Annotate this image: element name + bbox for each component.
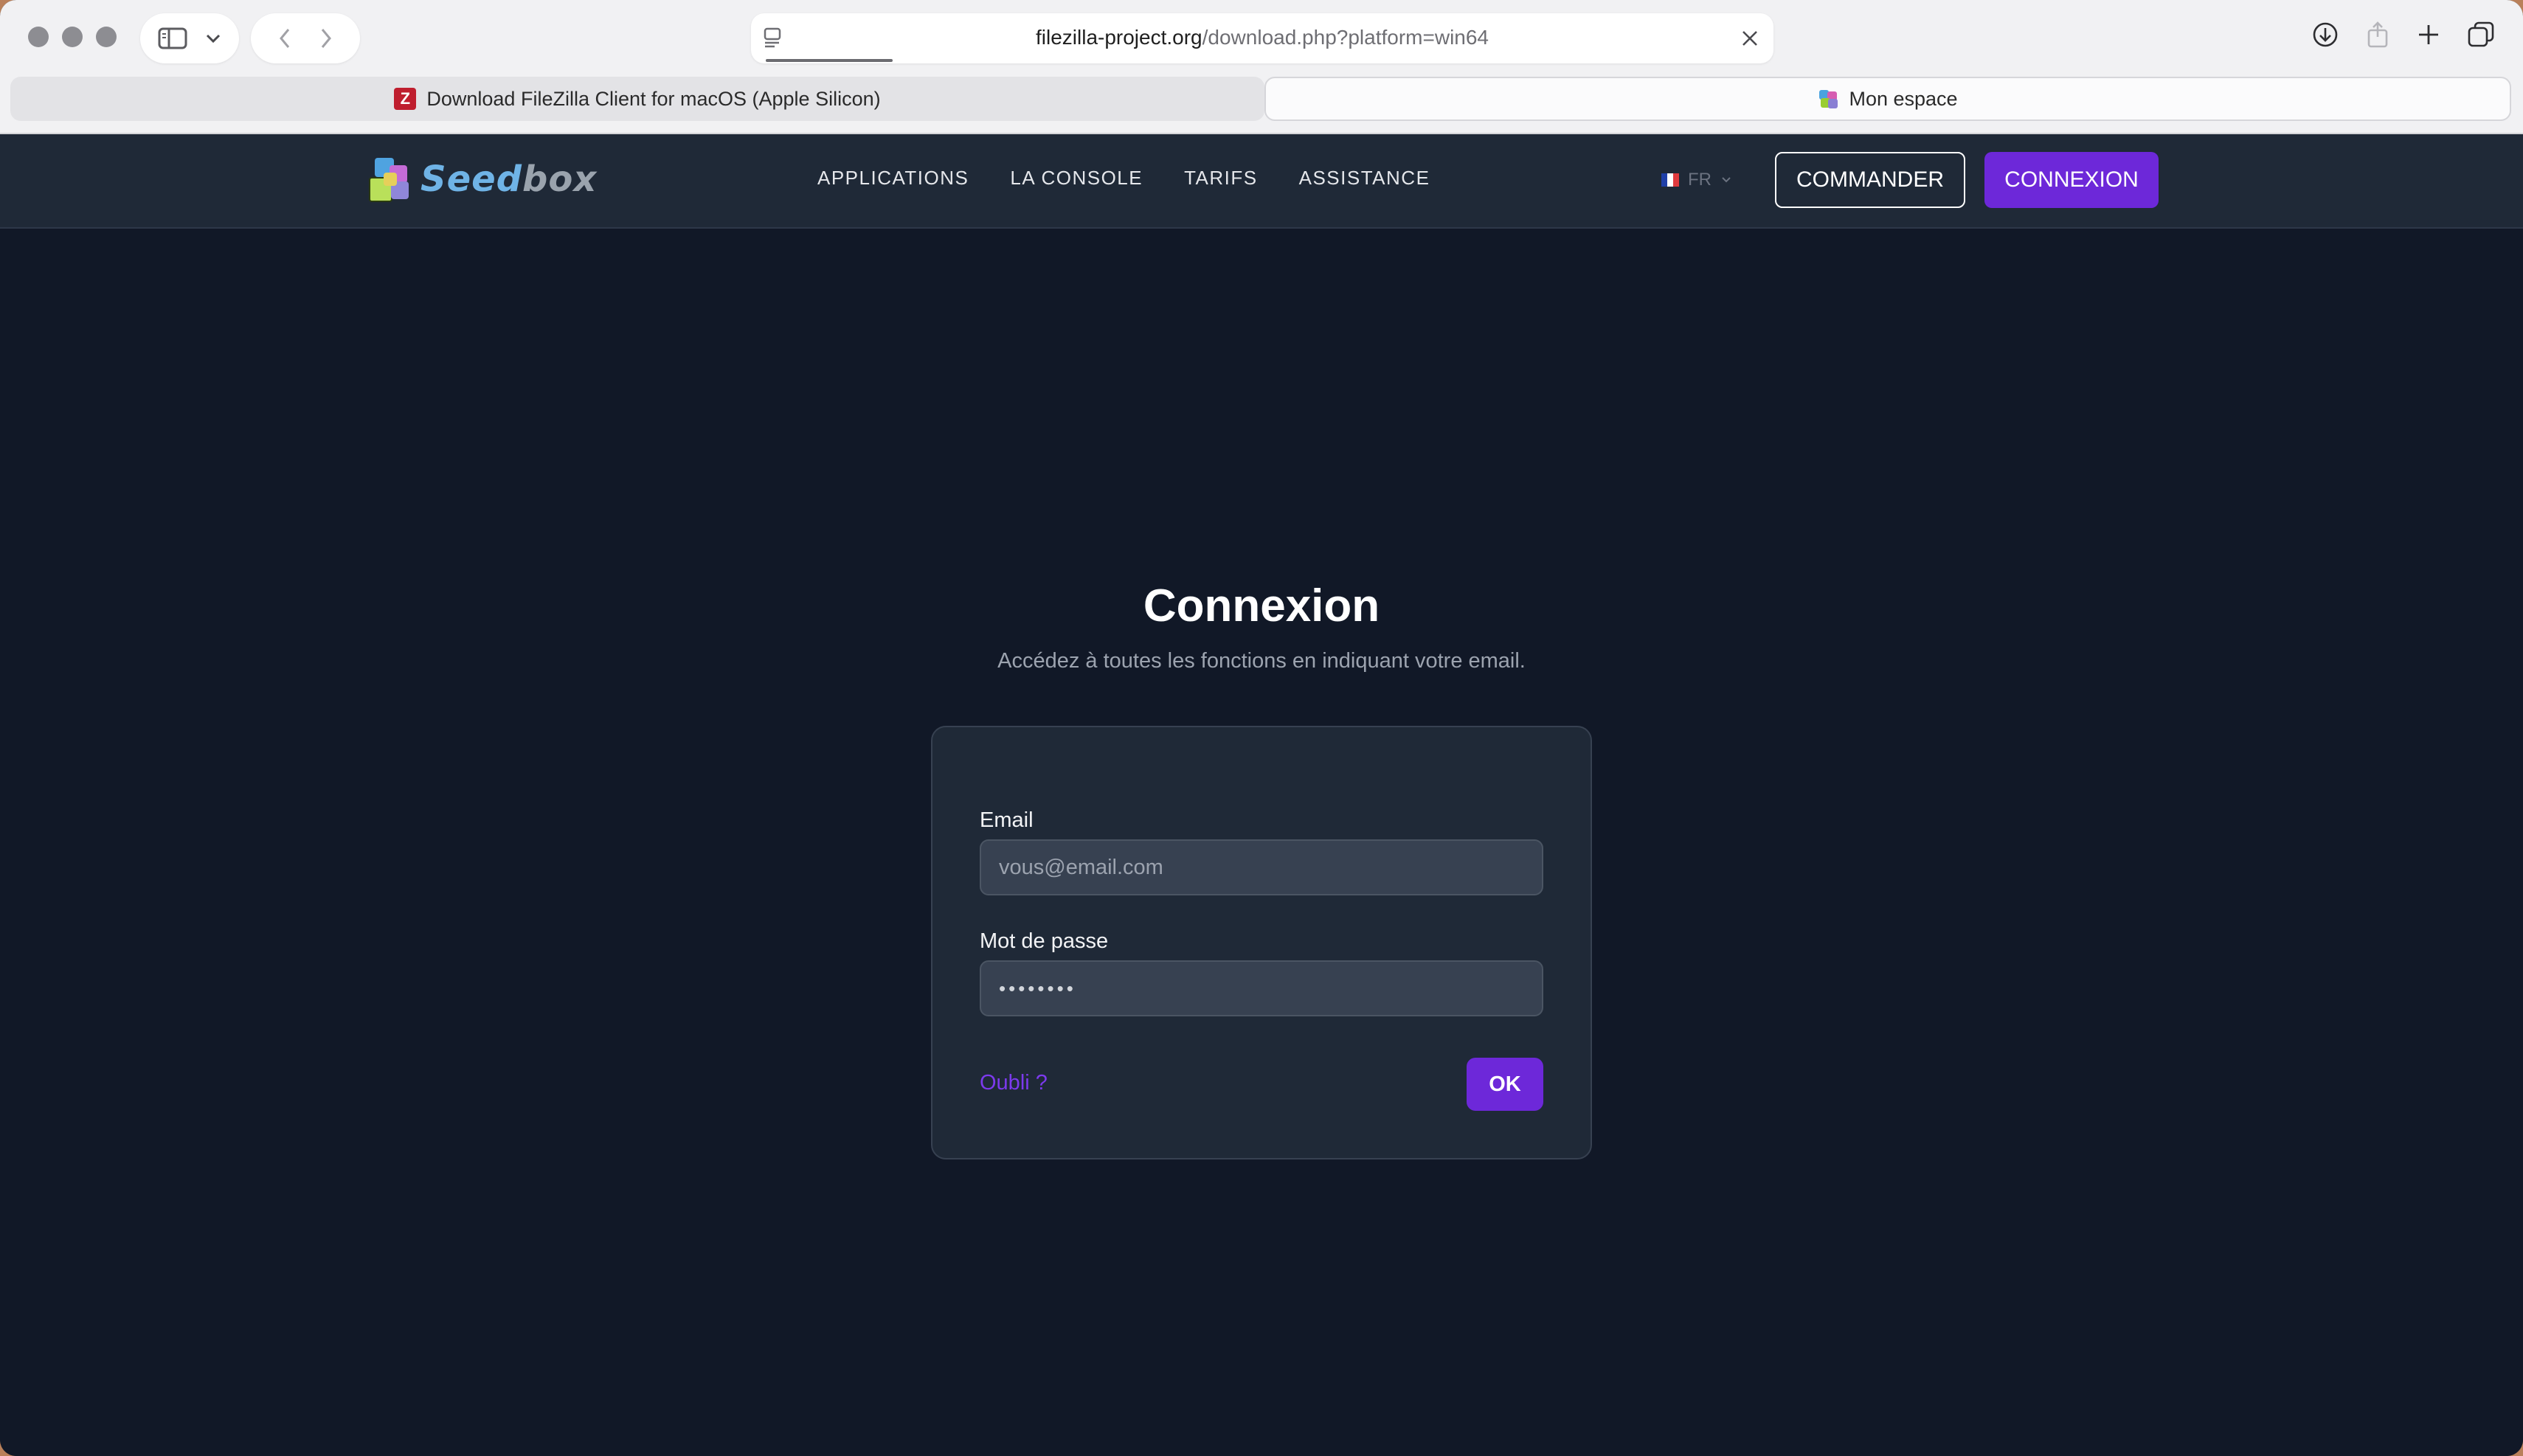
chevron-down-icon bbox=[1722, 177, 1731, 183]
tab-title: Mon espace bbox=[1849, 87, 1958, 110]
logo-cubes-icon bbox=[367, 155, 416, 204]
share-icon[interactable] bbox=[2365, 21, 2390, 49]
logo-text-prefix: Seed bbox=[420, 159, 523, 200]
language-code: FR bbox=[1688, 170, 1712, 190]
tab-mon-espace[interactable]: Mon espace bbox=[1264, 77, 2511, 121]
window-controls bbox=[28, 27, 117, 47]
url-text: filezilla-project.org/download.php?platf… bbox=[751, 26, 1773, 49]
tab-filezilla[interactable]: Z Download FileZilla Client for macOS (A… bbox=[10, 77, 1264, 121]
tab-overview-icon[interactable] bbox=[2467, 21, 2495, 49]
site-header: Seedbox APPLICATIONS LA CONSOLE TARIFS A… bbox=[0, 134, 2523, 229]
password-field[interactable]: •••••••• bbox=[980, 960, 1543, 1016]
logo-text: Seedbox bbox=[420, 159, 597, 200]
tab-bar: Z Download FileZilla Client for macOS (A… bbox=[10, 77, 2511, 122]
seedbox-icon bbox=[1818, 89, 1838, 109]
main-navigation: APPLICATIONS LA CONSOLE TARIFS ASSISTANC… bbox=[817, 167, 1430, 190]
nav-la-console[interactable]: LA CONSOLE bbox=[1010, 167, 1143, 190]
forward-icon[interactable] bbox=[319, 27, 333, 50]
sidebar-toggle-button[interactable] bbox=[140, 13, 239, 63]
browser-actions bbox=[2312, 21, 2495, 49]
tab-title: Download FileZilla Client for macOS (App… bbox=[426, 87, 881, 110]
url-host: filezilla-project.org bbox=[1035, 26, 1202, 49]
zoom-window-button[interactable] bbox=[96, 27, 117, 47]
email-field[interactable]: vous@email.com bbox=[980, 839, 1543, 895]
history-navigation bbox=[251, 13, 360, 63]
chevron-down-icon[interactable] bbox=[205, 32, 221, 44]
language-selector[interactable]: FR bbox=[1661, 170, 1732, 190]
submit-button[interactable]: OK bbox=[1467, 1058, 1543, 1111]
browser-toolbar: filezilla-project.org/download.php?platf… bbox=[0, 0, 2523, 134]
logo-text-suffix: box bbox=[522, 159, 598, 200]
nav-applications[interactable]: APPLICATIONS bbox=[817, 167, 969, 190]
back-icon[interactable] bbox=[277, 27, 292, 50]
minimize-window-button[interactable] bbox=[62, 27, 83, 47]
filezilla-icon: Z bbox=[394, 88, 417, 110]
email-label: Email bbox=[980, 808, 1034, 832]
forgot-password-link[interactable]: Oubli ? bbox=[980, 1071, 1048, 1095]
password-label: Mot de passe bbox=[980, 929, 1109, 953]
nav-assistance[interactable]: ASSISTANCE bbox=[1299, 167, 1430, 190]
page-load-progress bbox=[766, 59, 893, 62]
stop-loading-icon[interactable] bbox=[1740, 28, 1760, 49]
french-flag-icon bbox=[1661, 173, 1679, 187]
login-form: Email vous@email.com Mot de passe ••••••… bbox=[931, 726, 1592, 1159]
page-subtitle: Accédez à toutes les fonctions en indiqu… bbox=[997, 649, 1526, 673]
address-bar[interactable]: filezilla-project.org/download.php?platf… bbox=[751, 13, 1773, 63]
nav-tarifs[interactable]: TARIFS bbox=[1184, 167, 1258, 190]
downloads-icon[interactable] bbox=[2312, 21, 2339, 48]
url-path: /download.php?platform=win64 bbox=[1202, 26, 1489, 49]
close-window-button[interactable] bbox=[28, 27, 49, 47]
new-tab-icon[interactable] bbox=[2417, 23, 2440, 46]
order-button[interactable]: COMMANDER bbox=[1775, 152, 1965, 208]
seedbox-logo[interactable]: Seedbox bbox=[367, 155, 597, 204]
browser-window: filezilla-project.org/download.php?platf… bbox=[0, 0, 2523, 1456]
header-login-button[interactable]: CONNEXION bbox=[1984, 152, 2159, 208]
sidebar-icon bbox=[158, 27, 187, 49]
main-content: Connexion Accédez à toutes les fonctions… bbox=[0, 229, 2523, 1456]
page-title: Connexion bbox=[1143, 580, 1380, 631]
